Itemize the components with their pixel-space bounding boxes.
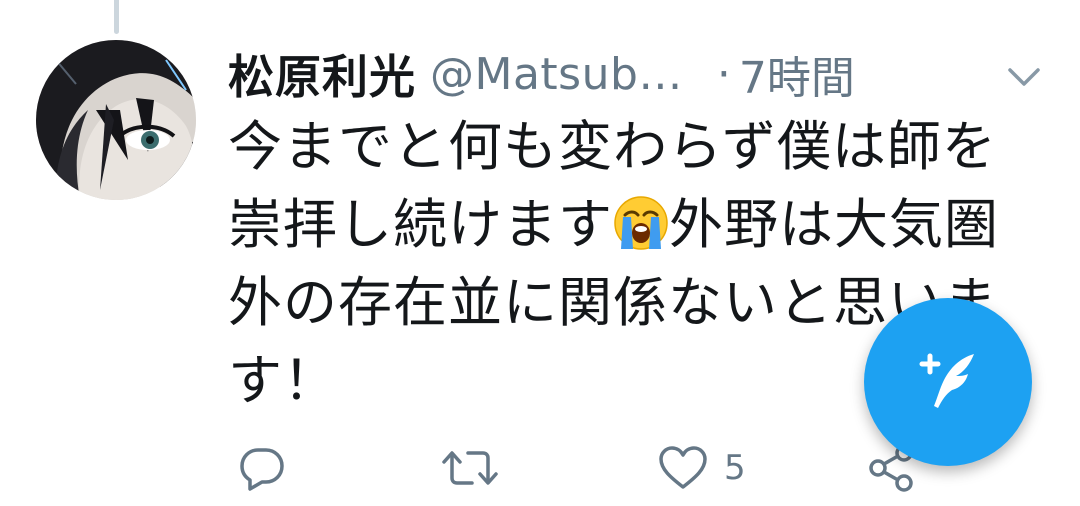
- header-separator: ·: [716, 48, 731, 100]
- heart-icon: [659, 446, 707, 489]
- display-name[interactable]: 松原利光: [228, 41, 416, 107]
- like-count: 5: [724, 448, 746, 488]
- compose-tweet-icon: [919, 353, 974, 408]
- loudly-crying-face-icon: [613, 194, 669, 250]
- like-button[interactable]: 5: [658, 440, 746, 496]
- user-handle[interactable]: @Matsub…: [430, 49, 683, 100]
- avatar-image: [36, 40, 196, 200]
- thread-connector-line: [114, 0, 119, 34]
- tweet-header: 松原利光 @Matsub… · 7時間: [228, 36, 1048, 112]
- tweet-timestamp[interactable]: 7時間: [739, 42, 855, 106]
- chevron-down-icon[interactable]: [1004, 56, 1044, 96]
- tweet-actions: 5: [230, 440, 950, 500]
- reply-icon: [240, 448, 284, 491]
- reply-button[interactable]: [238, 440, 286, 496]
- retweet-button[interactable]: [442, 440, 498, 496]
- retweet-icon: [442, 451, 498, 485]
- compose-tweet-button[interactable]: [864, 298, 1032, 466]
- avatar[interactable]: [36, 40, 196, 200]
